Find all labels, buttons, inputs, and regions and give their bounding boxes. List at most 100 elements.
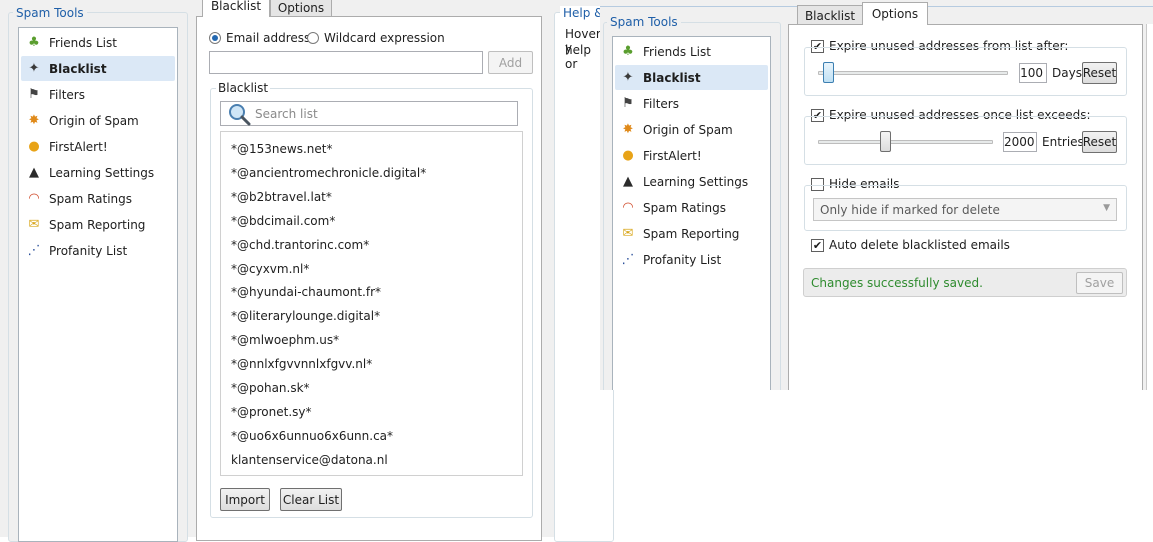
list-item[interactable]: *@ancientromechronicle.digital* bbox=[231, 166, 426, 180]
chevron-down-icon: ▼ bbox=[1103, 203, 1110, 213]
list-item[interactable]: klantenservice@datona.nl bbox=[231, 453, 388, 467]
search-box[interactable]: Search list bbox=[220, 101, 518, 126]
right-sidebar-item-learning-settings[interactable]: ▲ Learning Settings bbox=[615, 169, 768, 194]
auto-delete-checkbox[interactable]: ✔ bbox=[811, 238, 824, 252]
right-sidebar-item-blacklist[interactable]: ✦ Blacklist bbox=[615, 65, 768, 90]
radio-wildcard-label: Wildcard expression bbox=[324, 31, 445, 45]
import-label: Import bbox=[225, 492, 265, 507]
sidebar-item-label: Profanity List bbox=[643, 252, 722, 267]
sidebar-item-friends-list[interactable]: ♣ Friends List bbox=[21, 30, 175, 55]
list-item[interactable]: *@mlwoephm.us* bbox=[231, 333, 339, 347]
right-tab-blacklist[interactable]: Blacklist bbox=[797, 5, 863, 25]
expire-after-reset-button[interactable]: Reset bbox=[1082, 62, 1117, 84]
sidebar-item-spam-ratings[interactable]: ◠ Spam Ratings bbox=[21, 186, 175, 211]
expire-exceeds-slider-track[interactable] bbox=[818, 140, 993, 144]
auto-delete-label: Auto delete blacklisted emails bbox=[829, 238, 1010, 252]
spam-tools-title: Spam Tools bbox=[13, 6, 87, 20]
list-item[interactable]: *@hyundai-chaumont.fr* bbox=[231, 285, 381, 299]
tab-options[interactable]: Options bbox=[270, 0, 332, 17]
firstalert-icon: ● bbox=[622, 147, 634, 163]
sidebar-item-label: Profanity List bbox=[49, 243, 128, 258]
hide-emails-option: Only hide if marked for delete bbox=[820, 202, 1000, 217]
save-button[interactable]: Save bbox=[1076, 272, 1123, 294]
radio-wildcard-row[interactable]: Wildcard expression bbox=[307, 30, 445, 46]
sidebar-item-label: Friends List bbox=[49, 35, 117, 50]
status-text: Changes successfully saved. bbox=[811, 276, 983, 290]
list-item[interactable]: *@pronet.sy* bbox=[231, 405, 312, 419]
reporting-icon: ✉ bbox=[622, 225, 634, 241]
sidebar-item-learning-settings[interactable]: ▲ Learning Settings bbox=[21, 160, 175, 185]
expire-after-value: 100 bbox=[1020, 66, 1043, 80]
sidebar-item-origin-of-spam[interactable]: ✸ Origin of Spam bbox=[21, 108, 175, 133]
expire-after-slider-track[interactable] bbox=[818, 71, 1008, 75]
friends-icon: ♣ bbox=[28, 34, 40, 50]
tab-options-label: Options bbox=[277, 0, 325, 15]
expire-exceeds-value: 2000 bbox=[1004, 135, 1035, 149]
list-item[interactable]: *@b2btravel.lat* bbox=[231, 190, 332, 204]
right-edge-panel bbox=[1146, 24, 1153, 390]
left-screen: Spam Tools ♣ Friends List ✦ Blacklist ⚑ Filte… bbox=[0, 0, 614, 542]
blacklist-list[interactable]: *@153news.net* *@ancientromechronicle.dig… bbox=[220, 131, 523, 476]
right-tab-options-label: Options bbox=[871, 7, 919, 21]
list-item[interactable]: *@153news.net* bbox=[231, 142, 332, 156]
list-item[interactable]: *@cyxvm.nl* bbox=[231, 262, 309, 276]
friends-icon: ♣ bbox=[622, 43, 634, 59]
sidebar-item-label: Origin of Spam bbox=[643, 122, 733, 137]
learning-icon: ▲ bbox=[623, 173, 633, 189]
help-text-2: help or bbox=[565, 43, 591, 71]
right-sidebar-item-filters[interactable]: ⚑ Filters bbox=[615, 91, 768, 116]
auto-delete-row[interactable]: ✔ Auto delete blacklisted emails bbox=[811, 237, 1010, 253]
expire-after-days-input[interactable]: 100 bbox=[1019, 63, 1047, 83]
profanity-icon: ⋰ bbox=[621, 251, 635, 267]
list-item[interactable]: *@pohan.sk* bbox=[231, 381, 310, 395]
sidebar-item-label: Learning Settings bbox=[49, 165, 155, 180]
sidebar-item-spam-reporting[interactable]: ✉ Spam Reporting bbox=[21, 212, 175, 237]
list-item[interactable]: *@bdcimail.com* bbox=[231, 214, 335, 228]
import-button[interactable]: Import bbox=[220, 488, 270, 511]
right-spam-tools-title: Spam Tools bbox=[607, 15, 681, 29]
tab-blacklist[interactable]: Blacklist bbox=[202, 0, 270, 17]
list-item[interactable]: *@literarylounge.digital* bbox=[231, 309, 380, 323]
right-sidebar-item-firstalert[interactable]: ● FirstAlert! bbox=[615, 143, 768, 168]
expire-after-slider-thumb[interactable] bbox=[822, 62, 834, 83]
sidebar-item-label: Filters bbox=[643, 96, 679, 111]
blacklist-icon: ✦ bbox=[622, 69, 634, 85]
clear-list-button[interactable]: Clear List bbox=[280, 488, 342, 511]
add-button[interactable]: Add bbox=[488, 51, 533, 74]
expire-exceeds-entries-input[interactable]: 2000 bbox=[1003, 132, 1037, 152]
sidebar-item-label: Learning Settings bbox=[643, 174, 749, 189]
filters-icon: ⚑ bbox=[28, 86, 40, 102]
hide-emails-dropdown[interactable]: Only hide if marked for delete ▼ bbox=[813, 198, 1117, 221]
reset-label-1: Reset bbox=[1082, 66, 1117, 80]
list-item[interactable]: *@nnlxfgvvnnlxfgvv.nl* bbox=[231, 357, 372, 371]
expire-exceeds-slider-thumb[interactable] bbox=[879, 131, 891, 152]
sidebar-item-label: FirstAlert! bbox=[643, 148, 702, 163]
expire-after-unit: Days bbox=[1052, 66, 1082, 80]
radio-email-row[interactable]: Email address bbox=[209, 30, 310, 46]
sidebar-item-firstalert[interactable]: ● FirstAlert! bbox=[21, 134, 175, 159]
sidebar-item-profanity-list[interactable]: ⋰ Profanity List bbox=[21, 238, 175, 263]
sidebar-item-filters[interactable]: ⚑ Filters bbox=[21, 82, 175, 107]
expire-exceeds-unit: Entries bbox=[1042, 135, 1084, 149]
list-item[interactable]: *@chd.trantorinc.com* bbox=[231, 238, 369, 252]
sidebar-item-blacklist[interactable]: ✦ Blacklist bbox=[21, 56, 175, 81]
right-sidebar-item-friends-list[interactable]: ♣ Friends List bbox=[615, 39, 768, 64]
right-tab-options[interactable]: Options bbox=[862, 2, 928, 25]
sidebar-item-label: Friends List bbox=[643, 44, 711, 59]
entry-input[interactable] bbox=[209, 51, 483, 74]
tab-blacklist-label: Blacklist bbox=[210, 0, 262, 13]
expire-exceeds-reset-button[interactable]: Reset bbox=[1082, 131, 1117, 153]
ratings-icon: ◠ bbox=[28, 190, 40, 206]
list-item[interactable]: *@uo6x6unnuo6x6unn.ca* bbox=[231, 429, 393, 443]
learning-icon: ▲ bbox=[29, 164, 39, 180]
radio-wildcard[interactable] bbox=[307, 32, 319, 44]
right-sidebar-item-origin-of-spam[interactable]: ✸ Origin of Spam bbox=[615, 117, 768, 142]
origin-icon: ✸ bbox=[28, 112, 40, 128]
save-label: Save bbox=[1084, 276, 1115, 290]
radio-email[interactable] bbox=[209, 32, 221, 44]
right-sidebar-item-spam-ratings[interactable]: ◠ Spam Ratings bbox=[615, 195, 768, 220]
blacklist-group-title: Blacklist bbox=[216, 81, 271, 95]
right-sidebar-item-spam-reporting[interactable]: ✉ Spam Reporting bbox=[615, 221, 768, 246]
right-sidebar-item-profanity-list[interactable]: ⋰ Profanity List bbox=[615, 247, 768, 272]
sidebar-item-label: Origin of Spam bbox=[49, 113, 139, 128]
